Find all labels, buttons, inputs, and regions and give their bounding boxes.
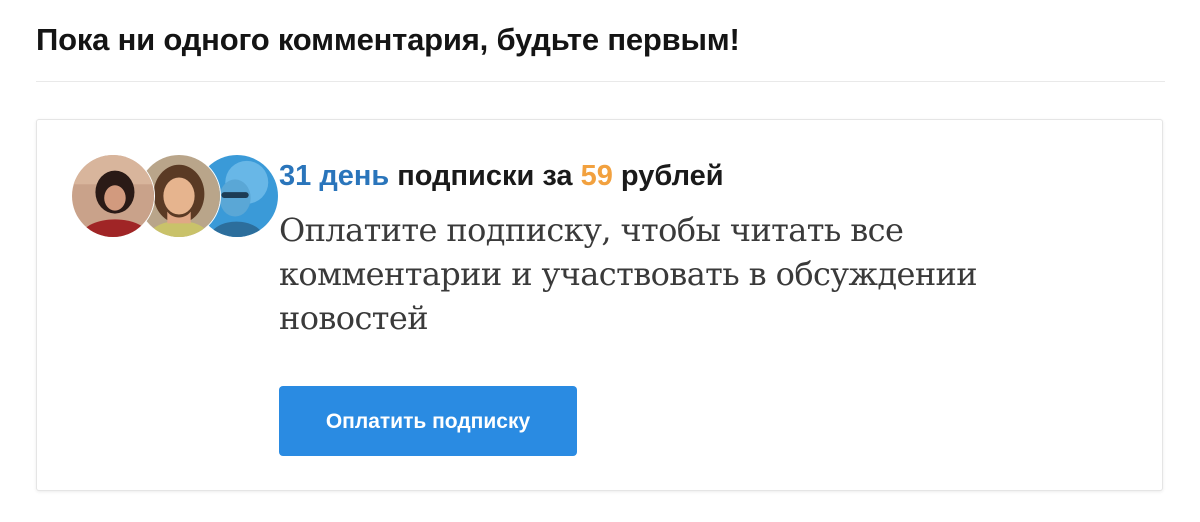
offer-title-suffix: рублей	[612, 160, 724, 192]
avatar	[71, 154, 155, 238]
avatar-group	[71, 154, 279, 240]
pay-subscription-button[interactable]: Оплатить подписку	[279, 386, 577, 456]
user-avatar-icon	[72, 155, 154, 237]
offer-title-middle: подписки за	[389, 160, 581, 192]
offer-price: 59	[580, 160, 613, 192]
offer-title: 31 день подписки за 59 рублей	[279, 160, 724, 193]
offer-description: Оплатите подписку, чтобы читать все комм…	[279, 211, 978, 337]
divider	[36, 81, 1165, 82]
offer-days: 31 день	[279, 160, 390, 192]
comments-empty-heading: Пока ни одного комментария, будьте первы…	[36, 22, 740, 57]
subscription-promo-card: 31 день подписки за 59 рублей Оплатите п…	[36, 119, 1163, 491]
